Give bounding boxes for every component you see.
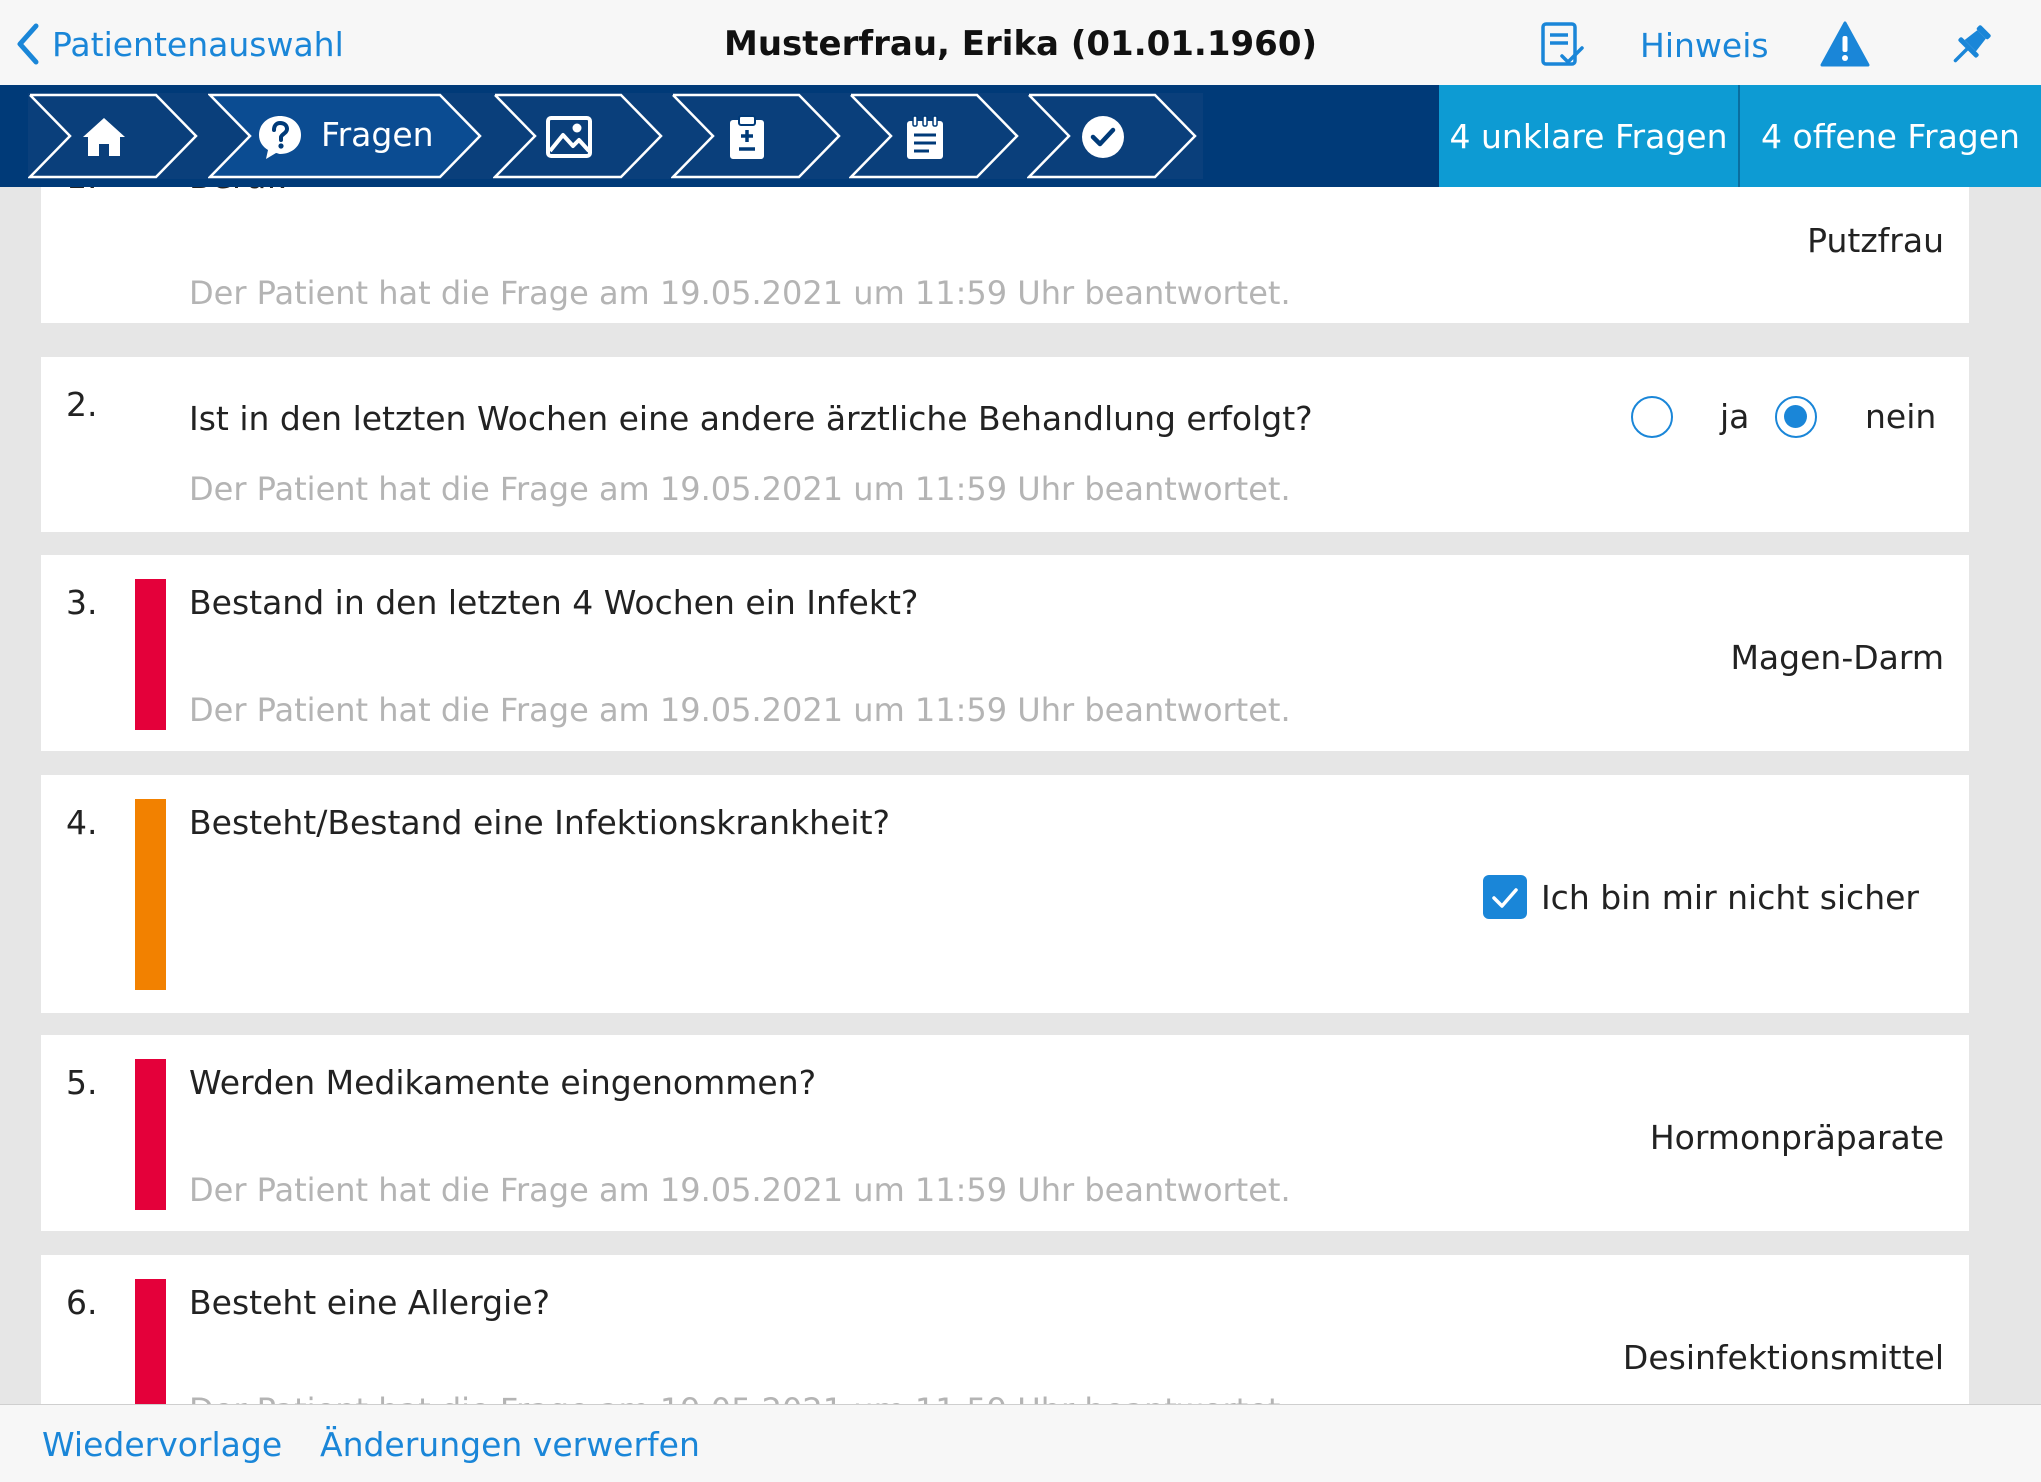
question-icon — [259, 116, 301, 159]
image-icon — [546, 116, 592, 158]
flag-bar-orange — [135, 799, 166, 990]
question-number: 6. — [66, 1283, 98, 1322]
answered-timestamp: Der Patient hat die Frage am 19.05.2021 … — [189, 274, 1291, 312]
warning-icon[interactable] — [1820, 20, 1870, 70]
question-text: Bestand in den letzten 4 Wochen ein Infe… — [189, 583, 919, 622]
open-questions-button[interactable]: 4 offene Fragen — [1740, 85, 2041, 187]
step-notes[interactable] — [849, 93, 1019, 179]
answer-value: Putzfrau — [1807, 221, 1944, 260]
radio-ja[interactable] — [1631, 396, 1673, 438]
answer-value: Hormonpräparate — [1649, 1118, 1944, 1157]
unclear-questions-button[interactable]: 4 unklare Fragen — [1439, 85, 1738, 187]
question-text: Werden Medikamente eingenommen? — [189, 1063, 817, 1102]
document-check-icon[interactable] — [1538, 20, 1588, 70]
unsure-checkbox[interactable] — [1483, 875, 1527, 919]
chevron-left-icon — [17, 23, 39, 65]
question-text: Ist in den letzten Wochen eine andere är… — [189, 399, 1313, 438]
flag-bar-red — [135, 1279, 166, 1404]
question-number: 3. — [66, 583, 98, 622]
question-text: Besteht eine Allergie? — [189, 1283, 551, 1322]
discard-changes-button[interactable]: Änderungen verwerfen — [320, 1425, 700, 1464]
step-complete[interactable] — [1027, 93, 1197, 179]
back-label: Patientenauswahl — [52, 24, 344, 64]
clipboard-icon — [730, 115, 764, 159]
question-text: Besteht/Bestand eine Infektionskrankheit… — [189, 803, 891, 842]
resubmit-button[interactable]: Wiedervorlage — [42, 1425, 282, 1464]
radio-nein[interactable] — [1775, 396, 1817, 438]
step-list: Fragen — [28, 93, 1203, 179]
navigation-bar: Patientenauswahl Musterfrau, Erika (01.0… — [0, 0, 2041, 86]
question-number: 2. — [66, 385, 98, 424]
answered-timestamp: Der Patient hat die Frage am 19.05.2021 … — [189, 691, 1291, 729]
answered-timestamp: Der Patient hat die Frage am 19.05.2021 … — [189, 1171, 1291, 1209]
check-circle-icon — [1082, 116, 1124, 158]
answered-timestamp: Der Patient hat die Frage am 19.05.2021 … — [189, 470, 1291, 508]
question-number: 5. — [66, 1063, 98, 1102]
question-text: Beruf: — [189, 187, 288, 196]
step-questions-label: Fragen — [321, 115, 434, 154]
step-questions[interactable]: Fragen — [208, 93, 483, 179]
home-icon — [83, 118, 125, 156]
answered-timestamp: Der Patient hat die Frage am 19.05.2021 … — [189, 1391, 1291, 1404]
question-card[interactable]: 4. Besteht/Bestand eine Infektionskrankh… — [41, 775, 1969, 1013]
flag-bar-red — [135, 579, 166, 730]
question-list: 1. Beruf: Putzfrau Der Patient hat die F… — [0, 187, 2041, 1404]
question-card[interactable]: 1. Beruf: Putzfrau Der Patient hat die F… — [41, 187, 1969, 323]
question-card[interactable]: 2. Ist in den letzten Wochen eine andere… — [41, 357, 1969, 532]
bottom-toolbar: Wiedervorlage Änderungen verwerfen — [0, 1404, 2041, 1482]
answer-value: Magen-Darm — [1730, 638, 1944, 677]
back-button[interactable]: Patientenauswahl — [14, 22, 344, 66]
radio-ja-label: ja — [1720, 397, 1750, 436]
flag-bar-red — [135, 1059, 166, 1210]
step-clipboard[interactable] — [671, 93, 841, 179]
question-card[interactable]: 5. Werden Medikamente eingenommen? Hormo… — [41, 1035, 1969, 1231]
notepad-icon — [907, 115, 943, 159]
pin-icon[interactable] — [1946, 20, 1996, 70]
radio-nein-label: nein — [1865, 397, 1937, 436]
question-card[interactable]: 6. Besteht eine Allergie? Desinfektionsm… — [41, 1255, 1969, 1404]
question-number: 4. — [66, 803, 98, 842]
question-card[interactable]: 3. Bestand in den letzten 4 Wochen ein I… — [41, 555, 1969, 751]
question-number: 1. — [66, 187, 98, 196]
step-images[interactable] — [493, 93, 663, 179]
answer-value: Desinfektionsmittel — [1622, 1338, 1944, 1377]
checkmark-icon — [1492, 888, 1518, 908]
step-home[interactable] — [28, 93, 198, 179]
hinweis-button[interactable]: Hinweis — [1640, 26, 1769, 65]
unsure-checkbox-label: Ich bin mir nicht sicher — [1540, 878, 1919, 917]
